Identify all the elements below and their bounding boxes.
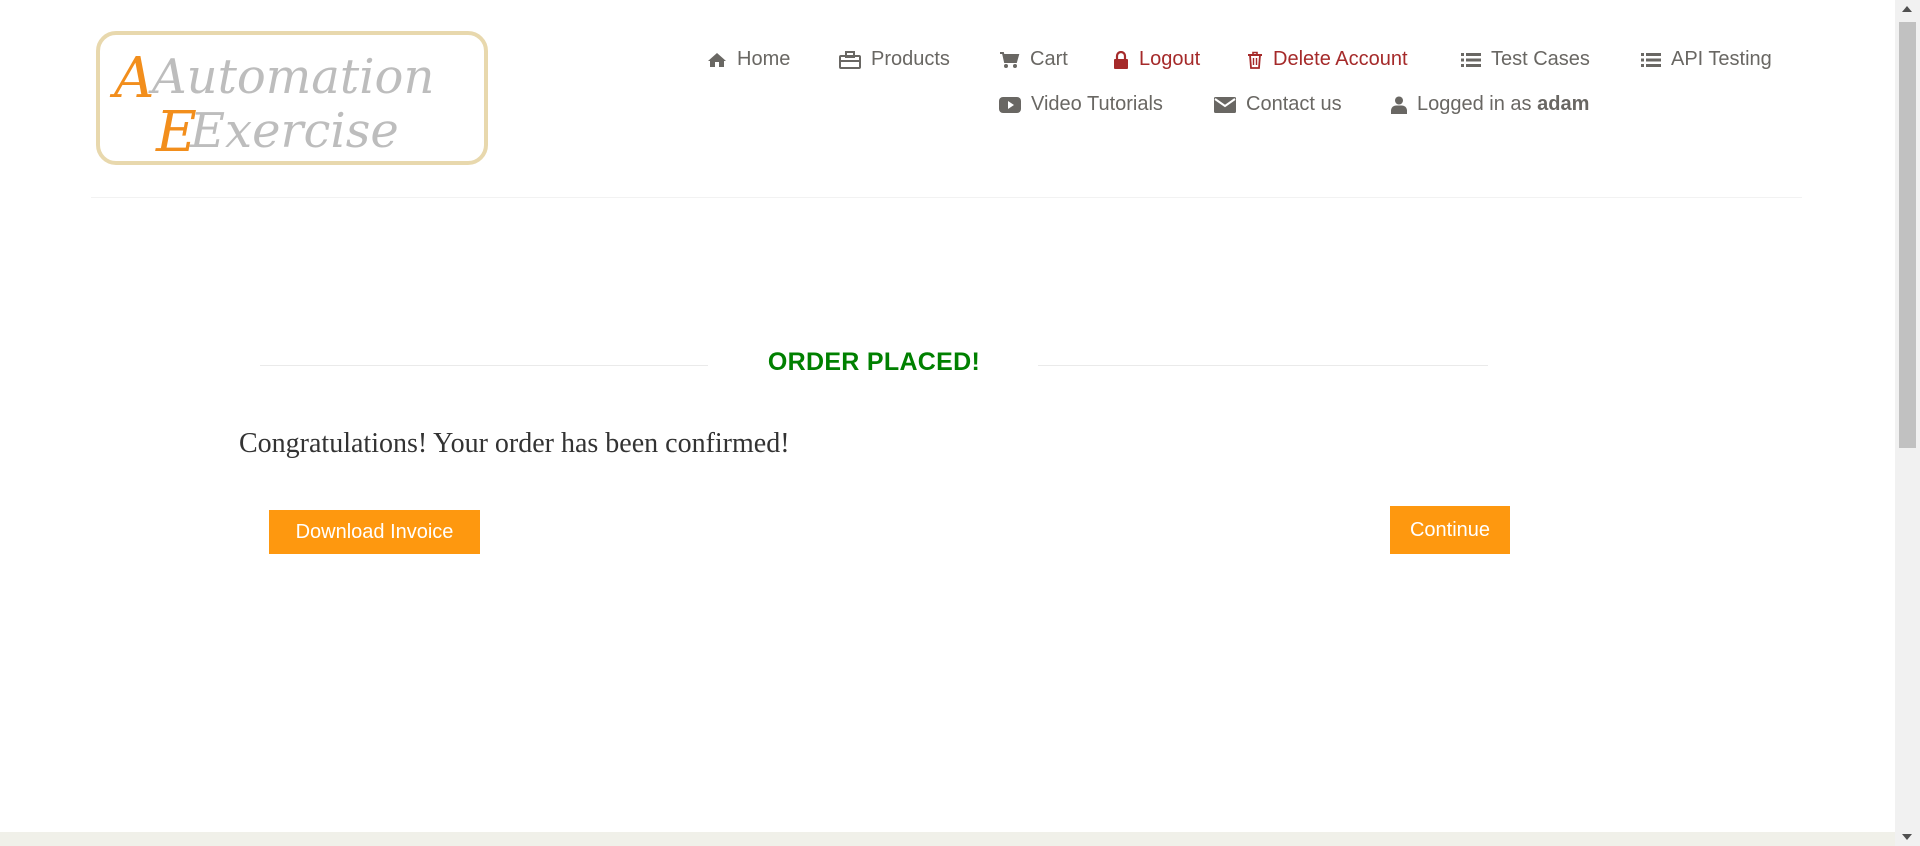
briefcase-icon [839,50,861,69]
nav-home[interactable]: Home [707,48,790,71]
nav-video-tutorials[interactable]: Video Tutorials [999,93,1163,116]
youtube-play-icon [999,96,1021,113]
footer-strip [0,832,1895,846]
scrollbar-thumb[interactable] [1899,22,1916,448]
nav-products[interactable]: Products [839,48,950,71]
list-icon [1461,52,1481,67]
download-invoice-button[interactable]: Download Invoice [269,510,480,554]
nav-logout[interactable]: Logout [1113,48,1200,71]
nav-test-cases-label: Test Cases [1491,48,1590,70]
order-confirmation-message: Congratulations! Your order has been con… [239,428,790,459]
nav-test-cases[interactable]: Test Cases [1461,48,1590,71]
scroll-up-arrow[interactable] [1902,6,1912,12]
scroll-down-arrow[interactable] [1902,834,1912,840]
vertical-scrollbar[interactable] [1895,0,1920,846]
nav-cart-label: Cart [1030,48,1068,70]
nav-cart[interactable]: Cart [999,48,1068,71]
nav-products-label: Products [871,48,950,70]
nav-delete-account-label: Delete Account [1273,48,1408,70]
trash-icon [1248,51,1262,69]
header-divider [91,197,1802,198]
list-icon [1641,52,1661,67]
nav-api-testing-label: API Testing [1671,48,1772,70]
logged-in-username: adam [1537,93,1590,115]
home-icon [708,52,726,67]
page: A Automation E Exercise Home Products Ca… [0,0,1895,846]
nav-home-label: Home [737,48,791,70]
shopping-cart-icon [1000,51,1020,68]
nav-api-testing[interactable]: API Testing [1641,48,1772,71]
order-placed-title: ORDER PLACED! [767,348,981,376]
envelope-icon [1214,96,1236,113]
nav-delete-account[interactable]: Delete Account [1247,48,1408,71]
order-title-row: ORDER PLACED! [260,345,1488,385]
main-nav: Home Products Cart Logout Delete Account… [0,45,1895,125]
nav-contact-us-label: Contact us [1246,93,1342,115]
nav-video-tutorials-label: Video Tutorials [1031,93,1163,115]
lock-icon [1114,50,1128,69]
nav-logged-in: Logged in as adam [1391,93,1589,116]
nav-contact-us[interactable]: Contact us [1214,93,1342,116]
continue-button[interactable]: Continue [1390,506,1510,554]
logged-in-prefix: Logged in as [1417,93,1532,115]
user-icon [1391,96,1407,114]
nav-logout-label: Logout [1139,48,1201,70]
